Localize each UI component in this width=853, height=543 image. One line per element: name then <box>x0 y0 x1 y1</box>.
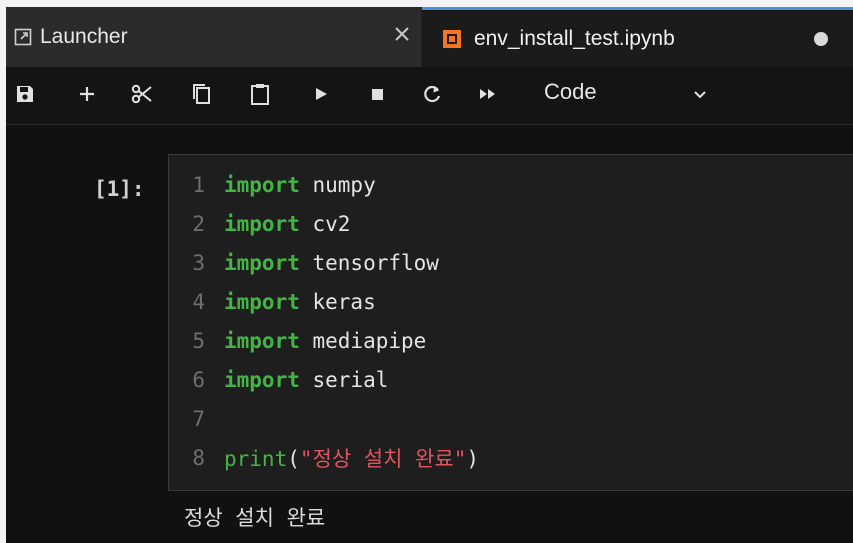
close-paren: ) <box>466 446 480 471</box>
line-number: 7 <box>192 406 205 431</box>
code-line: 6 import serial <box>169 360 388 399</box>
execution-count: [1]: <box>94 177 145 201</box>
save-icon <box>17 86 33 102</box>
add-cell-icon <box>80 87 94 101</box>
stop-button[interactable] <box>364 81 390 107</box>
run-button[interactable] <box>308 81 334 107</box>
module-name: numpy <box>299 172 376 197</box>
tab-bar: Launcher env_install_test.ipynb <box>6 7 853 67</box>
keyword: import <box>224 289 300 314</box>
notebook-toolbar: Code <box>6 67 853 125</box>
tab-launcher[interactable]: Launcher <box>6 7 421 67</box>
stop-icon <box>372 89 383 100</box>
tab-launcher-label: Launcher <box>40 25 128 48</box>
line-number: 5 <box>192 328 205 353</box>
paste-icon <box>251 84 269 105</box>
tab-notebook-label: env_install_test.ipynb <box>474 26 675 50</box>
module-name: mediapipe <box>299 328 427 353</box>
chevron-down-icon[interactable] <box>692 87 708 103</box>
code-cell[interactable]: 1 import numpy 2 import cv2 3 import ten… <box>168 154 853 491</box>
close-icon[interactable] <box>391 23 413 45</box>
jupyterlab-window: Launcher env_install_test.ipynb Code [1]… <box>6 7 853 543</box>
restart-icon <box>424 85 441 103</box>
copy-button[interactable] <box>189 81 215 107</box>
open-paren: ( <box>287 446 300 471</box>
fast-forward-icon <box>480 89 495 99</box>
keyword: import <box>224 211 300 236</box>
cut-icon <box>131 84 152 104</box>
run-icon <box>316 88 327 100</box>
save-button[interactable] <box>12 81 38 107</box>
code-line: 7 <box>169 399 224 438</box>
code-line: 4 import keras <box>169 282 376 321</box>
code-line: 3 import tensorflow <box>169 243 439 282</box>
keyword: import <box>224 250 300 275</box>
line-number: 4 <box>192 289 205 314</box>
line-number: 8 <box>192 445 205 470</box>
module-name: serial <box>299 367 389 392</box>
restart-button[interactable] <box>419 81 445 107</box>
keyword: import <box>224 172 300 197</box>
cell-output: 정상 설치 완료 <box>184 506 326 530</box>
cut-button[interactable] <box>129 81 155 107</box>
code-line: 5 import mediapipe <box>169 321 426 360</box>
line-number: 6 <box>192 367 205 392</box>
code-line: 8 print("정상 설치 완료") <box>169 438 479 477</box>
line-number: 2 <box>192 211 205 236</box>
run-all-button[interactable] <box>475 81 501 107</box>
paste-button[interactable] <box>247 81 273 107</box>
keyword: import <box>224 367 300 392</box>
keyword: import <box>224 328 300 353</box>
unsaved-indicator-icon[interactable] <box>814 32 828 46</box>
module-name: cv2 <box>299 211 351 236</box>
module-name: keras <box>299 289 376 314</box>
notebook-icon <box>443 29 461 48</box>
code-line: 2 import cv2 <box>169 204 350 243</box>
tab-notebook[interactable]: env_install_test.ipynb <box>422 7 853 67</box>
module-name: tensorflow <box>299 250 439 275</box>
launcher-icon <box>14 28 32 46</box>
cell-type-select[interactable]: Code <box>544 79 597 105</box>
line-number: 1 <box>192 172 205 197</box>
code-line: 1 import numpy <box>169 165 376 204</box>
add-cell-button[interactable] <box>74 81 100 107</box>
line-number: 3 <box>192 250 205 275</box>
string-literal: "정상 설치 완료" <box>299 446 467 471</box>
builtin-function: print <box>224 446 288 471</box>
copy-icon <box>193 84 210 104</box>
